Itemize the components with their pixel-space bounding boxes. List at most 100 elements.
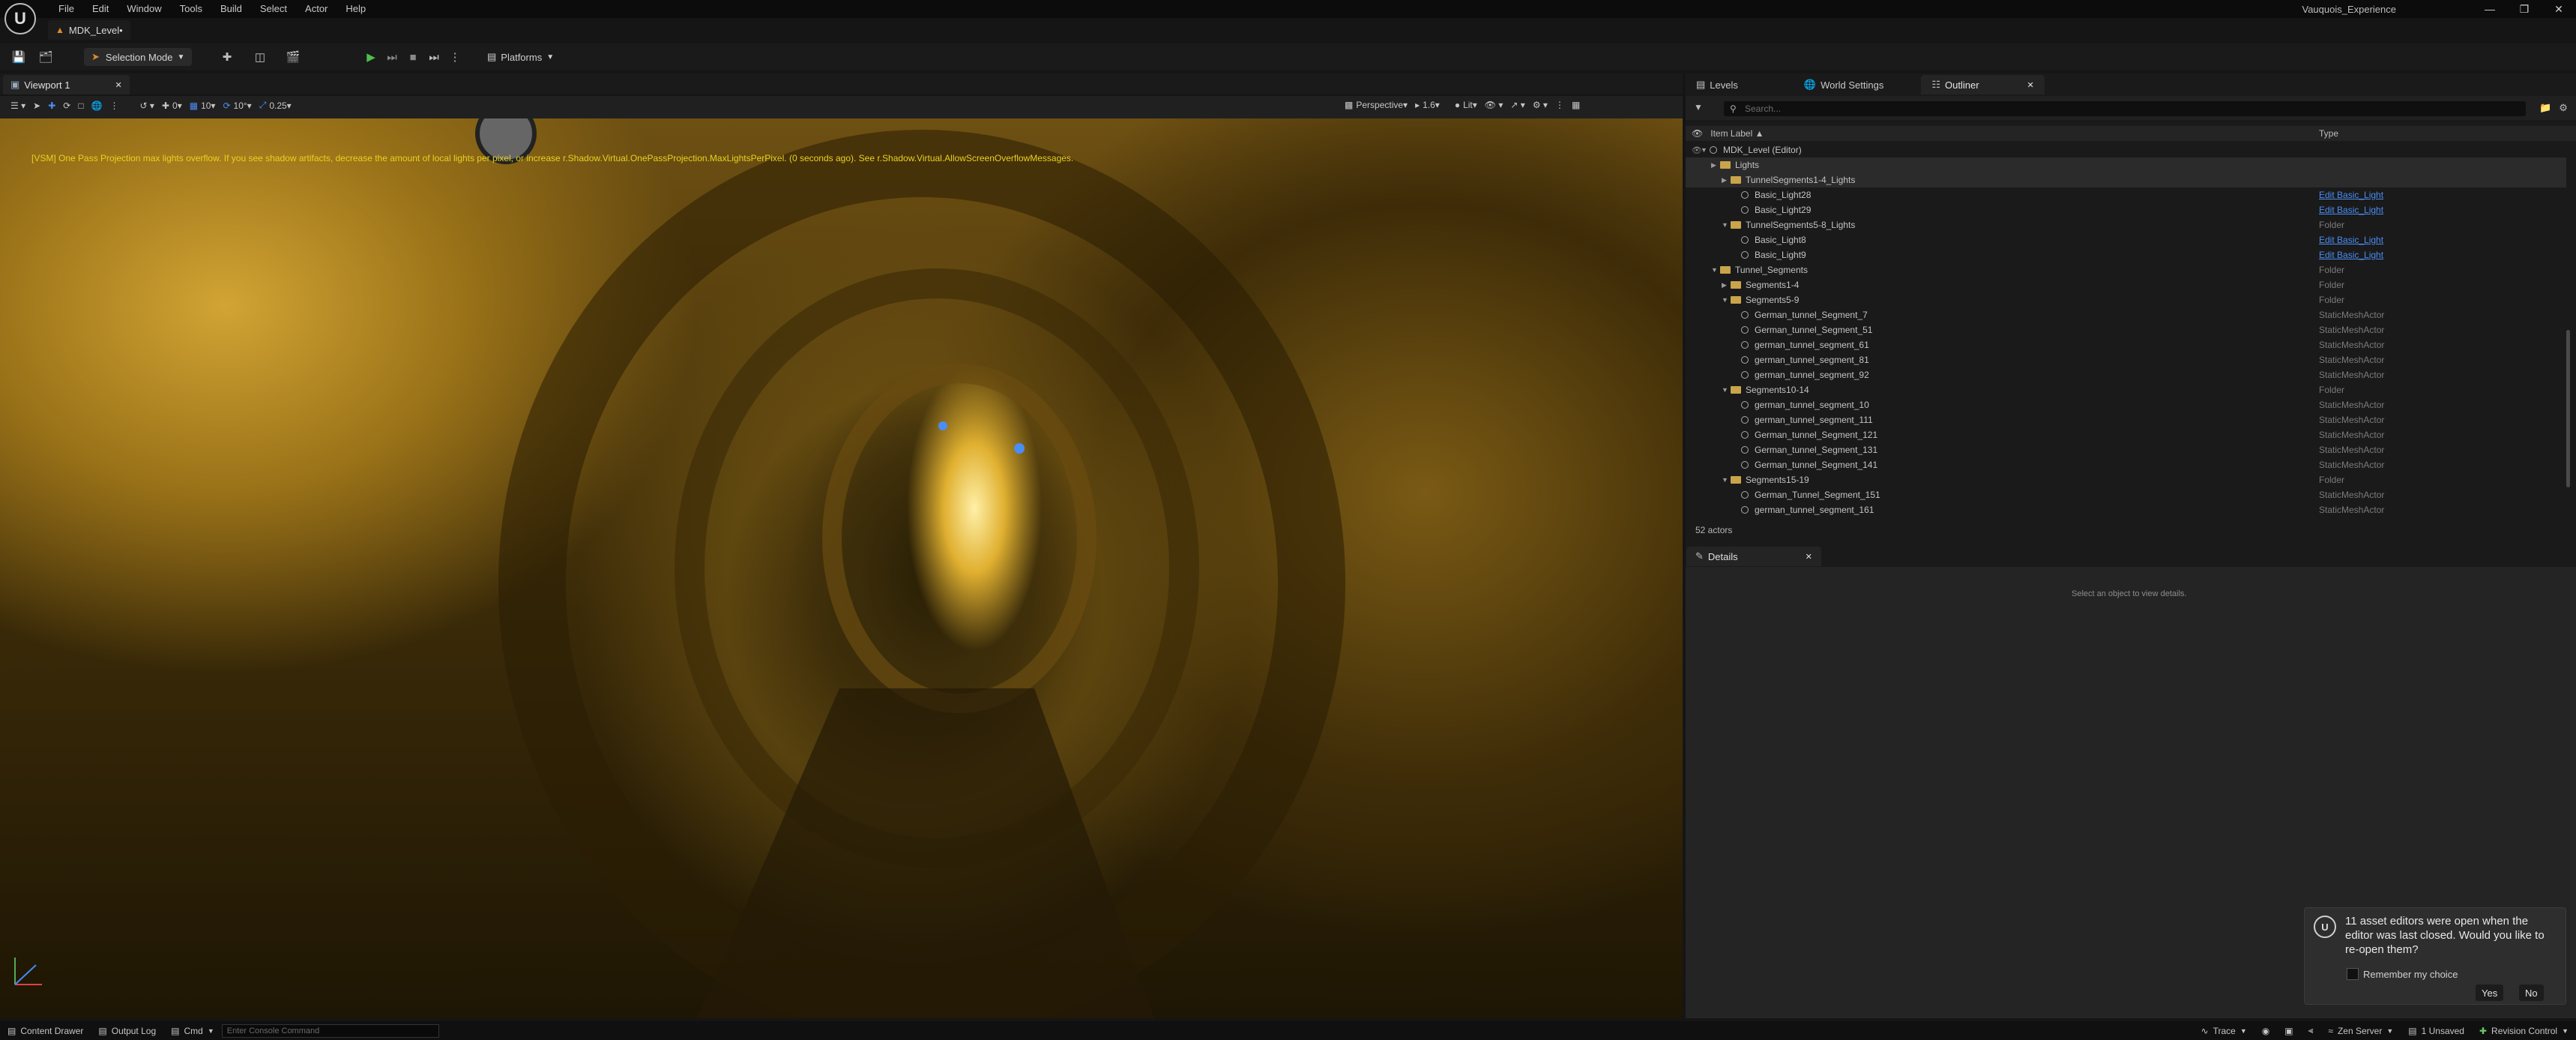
menu-window[interactable]: Window <box>118 0 170 18</box>
outliner-row[interactable]: German_tunnel_Segment_51 StaticMeshActor <box>1686 322 2566 337</box>
outliner-row[interactable]: ▼ Segments5-9 Folder <box>1686 292 2566 307</box>
outliner-row[interactable]: Basic_Light29 Edit Basic_Light <box>1686 202 2566 217</box>
level-tab[interactable]: ▲ MDK_Level• <box>48 20 130 40</box>
outliner-row[interactable]: german_tunnel_segment_92 StaticMeshActor <box>1686 367 2566 382</box>
outliner-row[interactable]: German_tunnel_Segment_7 StaticMeshActor <box>1686 307 2566 322</box>
outliner-row[interactable]: ▼ TunnelSegments5-8_Lights Folder <box>1686 217 2566 232</box>
outliner-row[interactable]: ▼ Segments15-19 Folder <box>1686 472 2566 487</box>
expand-arrow-icon[interactable]: ▼ <box>1701 146 1710 154</box>
outliner-row[interactable]: German_Tunnel_Segment_151 StaticMeshActor <box>1686 487 2566 502</box>
play-icon[interactable]: ▶ <box>363 49 379 65</box>
select-tool-icon[interactable]: ➤ <box>33 100 40 111</box>
outliner-row[interactable]: Basic_Light9 Edit Basic_Light <box>1686 247 2566 262</box>
no-button[interactable]: No <box>2519 985 2544 1001</box>
expand-arrow-icon[interactable]: ▼ <box>1722 221 1731 229</box>
zen-server-dropdown[interactable]: ≈ Zen Server ▼ <box>2320 1026 2401 1036</box>
outliner-row[interactable]: German_tunnel_Segment_121 StaticMeshActor <box>1686 427 2566 442</box>
close-tab-icon[interactable]: ✕ <box>2027 80 2034 90</box>
remember-choice-checkbox[interactable]: Remember my choice <box>2347 968 2458 980</box>
close-tab-icon[interactable]: ✕ <box>1806 552 1812 562</box>
outliner-row[interactable]: german_tunnel_segment_61 StaticMeshActor <box>1686 337 2566 352</box>
close-tab-icon[interactable]: ✕ <box>115 80 121 90</box>
more-icon[interactable]: ⋮ <box>447 49 463 65</box>
level-viewport[interactable] <box>0 118 1683 1018</box>
fov-control[interactable]: ▸ 1.6 ▾ <box>1415 100 1440 110</box>
visibility-column-icon[interactable]: 👁 <box>1692 128 1703 139</box>
world-space-icon[interactable]: 🌐 <box>91 100 103 111</box>
viewport-tab[interactable]: ▣ Viewport 1 ✕ <box>3 75 130 94</box>
yes-button[interactable]: Yes <box>2476 985 2504 1001</box>
derived-data-icon[interactable]: ⫷ <box>2301 1025 2321 1036</box>
blueprint-icon[interactable]: ◫ <box>252 49 268 65</box>
add-actor-icon[interactable]: ✚ <box>219 49 235 65</box>
rotate-tool-icon[interactable]: ⟳ <box>63 100 70 111</box>
tab-details[interactable]: ✎ Details ✕ <box>1686 547 1821 566</box>
lit-dropdown[interactable]: ● Lit ▾ <box>1455 100 1477 110</box>
expand-arrow-icon[interactable]: ▼ <box>1711 266 1720 274</box>
scale-snap-control[interactable]: ⤢ 0.25 ▾ <box>259 100 292 111</box>
outliner-scrollbar[interactable] <box>2566 330 2570 487</box>
minimize-icon[interactable]: — <box>2473 0 2507 18</box>
output-log-button[interactable]: ▤ Output Log <box>91 1026 163 1036</box>
settings-icon[interactable]: ⚙ <box>2559 102 2568 114</box>
restore-icon[interactable]: ❐ <box>2507 0 2542 18</box>
more-tools-icon[interactable]: ⋮ <box>110 100 119 111</box>
expand-arrow-icon[interactable]: ▼ <box>1722 296 1731 304</box>
camera-speed-control[interactable]: ✚ 0 ▾ <box>162 100 182 111</box>
collapse-arrow-icon[interactable]: ▶ <box>1722 176 1731 184</box>
menu-select[interactable]: Select <box>251 0 296 18</box>
realtime-icon[interactable]: ↗ ▾ <box>1510 100 1524 110</box>
outliner-row[interactable]: german_tunnel_segment_10 StaticMeshActor <box>1686 397 2566 412</box>
menu-tools[interactable]: Tools <box>171 0 211 18</box>
outliner-row[interactable]: ▶ Segments1-4 Folder <box>1686 277 2566 292</box>
outliner-search-input[interactable]: ⚲ Search... <box>1724 101 2526 116</box>
outliner-row[interactable]: german_tunnel_segment_111 StaticMeshActor <box>1686 412 2566 427</box>
camera-capture-icon[interactable]: ▣ <box>2277 1026 2300 1036</box>
translate-tool-icon[interactable]: ✚ <box>48 100 55 111</box>
console-command-input[interactable]: Enter Console Command <box>221 1024 439 1038</box>
collapse-arrow-icon[interactable]: ▶ <box>1722 281 1731 289</box>
cinematics-icon[interactable]: 🎬 <box>285 49 301 65</box>
revision-control-dropdown[interactable]: ✚ Revision Control ▼ <box>2472 1026 2576 1036</box>
record-icon[interactable]: ◉ <box>2254 1026 2277 1036</box>
menu-file[interactable]: File <box>49 0 83 18</box>
viewport-options-icon[interactable]: ☰ ▾ <box>10 100 25 111</box>
expand-arrow-icon[interactable]: ▼ <box>1722 476 1731 484</box>
expand-arrow-icon[interactable]: ▼ <box>1722 386 1731 394</box>
outliner-row[interactable]: German_tunnel_Segment_131 StaticMeshActor <box>1686 442 2566 457</box>
outliner-row[interactable]: ▶ TunnelSegments1-4_Lights <box>1686 172 2566 187</box>
outliner-row[interactable]: ▶ Lights <box>1686 157 2566 172</box>
step-icon[interactable]: ⏭ <box>384 49 400 65</box>
tab-world-settings[interactable]: 🌐 World Settings <box>1794 75 1894 94</box>
collapse-arrow-icon[interactable]: ▶ <box>1711 161 1720 169</box>
rotation-snap-control[interactable]: ⟳ 10° ▾ <box>223 100 251 111</box>
viewport-more-icon[interactable]: ⋮ <box>1555 100 1564 110</box>
new-folder-icon[interactable]: 📁 <box>2539 102 2551 114</box>
light-sprite-icon[interactable] <box>938 421 947 430</box>
perspective-dropdown[interactable]: ▩ Perspective ▾ <box>1345 100 1408 110</box>
menu-edit[interactable]: Edit <box>83 0 118 18</box>
trace-dropdown[interactable]: ∿ Trace ▼ <box>2194 1026 2254 1036</box>
content-drawer-button[interactable]: ▤ Content Drawer <box>0 1026 91 1036</box>
outliner-row[interactable]: German_tunnel_Segment_141 StaticMeshActor <box>1686 457 2566 472</box>
light-sprite-icon[interactable] <box>1014 443 1025 454</box>
outliner-row[interactable]: german_tunnel_segment_81 StaticMeshActor <box>1686 352 2566 367</box>
checkbox-icon[interactable] <box>2347 968 2359 980</box>
outliner-row[interactable]: Basic_Light8 Edit Basic_Light <box>1686 232 2566 247</box>
layout-icon[interactable]: ▦ <box>1572 100 1580 110</box>
scale-tool-icon[interactable]: □ <box>78 100 83 111</box>
viewport-settings-icon[interactable]: ⚙ ▾ <box>1533 100 1548 110</box>
selection-mode-dropdown[interactable]: ➤ Selection Mode ▼ <box>84 48 193 66</box>
menu-help[interactable]: Help <box>337 0 375 18</box>
unreal-logo-icon[interactable]: U <box>4 3 36 34</box>
column-item-label[interactable]: Item Label ▲ <box>1710 128 1764 139</box>
outliner-row[interactable]: german_tunnel_segment_161 StaticMeshActor <box>1686 502 2566 517</box>
close-window-icon[interactable]: ✕ <box>2542 0 2576 18</box>
content-browser-icon[interactable]: 🗂 <box>37 49 54 65</box>
platforms-button[interactable]: ▤ Platforms ▼ <box>487 48 554 66</box>
edit-blueprint-link[interactable]: Edit Basic_Light <box>2319 250 2383 260</box>
show-flags-icon[interactable]: 👁 ▾ <box>1485 100 1503 110</box>
filter-icon[interactable]: ▼ <box>1694 102 1703 112</box>
eject-icon[interactable]: ⏭ <box>426 49 442 65</box>
tab-levels[interactable]: ▤ Levels <box>1686 75 1749 94</box>
